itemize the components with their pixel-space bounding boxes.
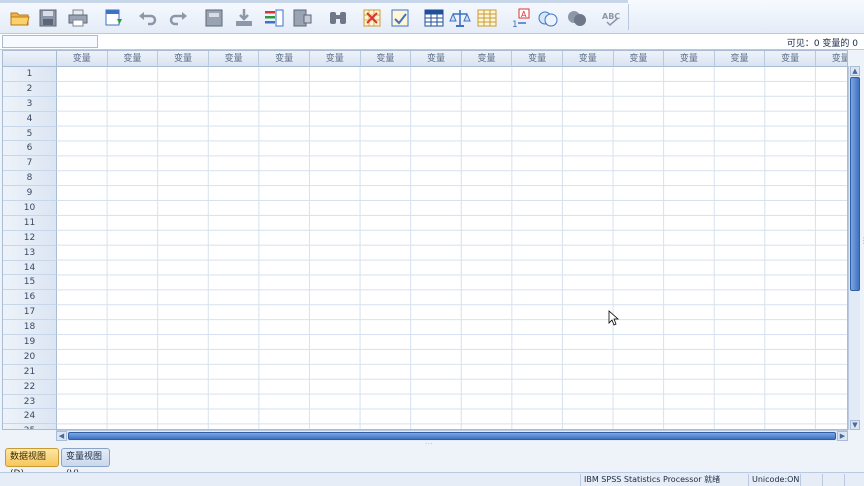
row-header[interactable]: 10 (3, 201, 57, 216)
status-bar: IBM SPSS Statistics Processor 就绪 Unicode… (0, 472, 864, 486)
split-file-icon[interactable] (422, 6, 446, 30)
row-header[interactable]: 7 (3, 156, 57, 172)
svg-text:1: 1 (512, 20, 518, 29)
run-descriptives-icon[interactable] (290, 6, 314, 30)
column-header[interactable]: 变量 (360, 51, 412, 67)
row-header[interactable]: 17 (3, 305, 57, 321)
value-labels-icon[interactable]: A1 (509, 6, 533, 30)
svg-text:ABC: ABC (602, 12, 620, 21)
insert-cases-icon[interactable] (360, 6, 384, 30)
row-header[interactable]: 4 (3, 111, 57, 127)
row-header[interactable]: 8 (3, 171, 57, 187)
goto-variable-icon[interactable] (232, 6, 256, 30)
vertical-scroll-thumb[interactable] (850, 77, 860, 291)
column-header[interactable]: 变量 (461, 51, 513, 67)
data-grid: 变量 变量 变量 变量 变量 变量 变量 变量 变量 变量 变量 变量 变量 变量 变量 变量 1234567… (2, 50, 848, 430)
undo-icon[interactable] (136, 6, 160, 30)
toolbar: A1 ABC (0, 0, 864, 34)
column-header[interactable]: 变量 (613, 51, 665, 67)
row-header[interactable]: 13 (3, 245, 57, 261)
scroll-up-icon[interactable]: ▲ (850, 66, 860, 76)
row-header[interactable]: 21 (3, 364, 57, 380)
status-message (0, 474, 580, 486)
save-icon[interactable] (36, 6, 60, 30)
horizontal-scrollbar[interactable]: ◀ ▶ (56, 430, 848, 441)
menu-strip (0, 0, 628, 3)
visible-variables-count: 可见：0 变量的 0 (786, 39, 858, 49)
spss-data-editor: A1 ABC 可见：0 变量的 0 变量 变量 变量 变量 变量 变量 变量 变量 变量 变量 变量… (0, 0, 864, 486)
tab-data-view[interactable]: 数据视图(D) (5, 448, 59, 479)
row-headers: 1234567891011121314151617181920212223242… (3, 67, 57, 429)
status-slot-1 (800, 474, 822, 486)
scroll-down-icon[interactable]: ▼ (850, 420, 860, 430)
column-header[interactable]: 变量 (714, 51, 766, 67)
select-cases-icon[interactable] (475, 6, 499, 30)
row-header[interactable]: 12 (3, 230, 57, 246)
grid-cells[interactable] (57, 67, 847, 429)
scroll-left-icon[interactable]: ◀ (56, 431, 67, 441)
status-processor: IBM SPSS Statistics Processor 就绪 (580, 474, 748, 486)
cell-value-field[interactable] (100, 35, 760, 48)
status-slot-2 (822, 474, 844, 486)
row-header[interactable]: 1 (3, 67, 57, 82)
cell-reference-field[interactable] (2, 35, 98, 48)
column-header[interactable]: 变量 (664, 51, 715, 67)
column-header[interactable]: 变量 (107, 51, 159, 67)
scroll-right-icon[interactable]: ▶ (837, 431, 848, 441)
row-header[interactable]: 11 (3, 215, 57, 231)
column-header[interactable]: 变量 (411, 51, 462, 67)
redo-icon[interactable] (166, 6, 190, 30)
row-header[interactable]: 6 (3, 141, 57, 157)
column-header[interactable]: 变量 (562, 51, 614, 67)
svg-text:A: A (521, 10, 527, 19)
print-icon[interactable] (66, 6, 90, 30)
row-header[interactable]: 3 (3, 96, 57, 112)
row-header[interactable]: 18 (3, 320, 57, 336)
insert-variable-icon[interactable] (388, 6, 412, 30)
cell-editor-bar: 可见：0 变量的 0 (0, 34, 864, 50)
row-header[interactable]: 2 (3, 81, 57, 97)
find-icon[interactable] (326, 6, 350, 30)
column-header[interactable]: 变量 (765, 51, 816, 67)
use-variable-sets-icon[interactable] (536, 6, 560, 30)
spell-check-icon[interactable]: ABC (600, 6, 624, 30)
show-all-variables-icon[interactable] (565, 6, 589, 30)
column-header[interactable]: 变量 (208, 51, 260, 67)
grid-corner[interactable] (3, 51, 57, 67)
row-header[interactable]: 5 (3, 126, 57, 142)
column-header[interactable]: 变量 (815, 51, 847, 67)
tab-variable-view[interactable]: 变量视图(V) (61, 448, 110, 479)
row-header[interactable]: 14 (3, 260, 57, 276)
weight-cases-icon[interactable] (448, 6, 472, 30)
column-header[interactable]: 变量 (158, 51, 209, 67)
column-header[interactable]: 变量 (309, 51, 361, 67)
row-header[interactable]: 16 (3, 290, 57, 306)
mouse-pointer-icon (608, 310, 620, 326)
row-header[interactable]: 20 (3, 349, 57, 365)
toolbar-separator (628, 4, 629, 30)
column-headers: 变量 变量 变量 变量 变量 变量 变量 变量 变量 变量 变量 变量 变量 变量 变量 变量 (57, 51, 847, 67)
column-header[interactable]: 变量 (57, 51, 108, 67)
open-folder-icon[interactable] (8, 6, 32, 30)
variables-icon[interactable] (262, 6, 286, 30)
dialog-recall-icon[interactable] (102, 6, 126, 30)
column-header[interactable]: 变量 (512, 51, 563, 67)
row-header[interactable]: 19 (3, 335, 57, 350)
goto-case-icon[interactable] (202, 6, 226, 30)
row-header[interactable]: 23 (3, 394, 57, 410)
row-header[interactable]: 22 (3, 379, 57, 395)
status-slot-3 (844, 474, 864, 486)
horizontal-scroll-thumb[interactable] (68, 432, 836, 440)
row-header[interactable]: 9 (3, 186, 57, 202)
column-header[interactable]: 变量 (259, 51, 310, 67)
row-header[interactable]: 15 (3, 275, 57, 291)
vertical-split-handle[interactable]: ⋮ (860, 236, 864, 250)
status-unicode: Unicode:ON (748, 474, 800, 486)
vertical-scrollbar[interactable]: ▲ ▼ (848, 66, 860, 430)
view-tabs: 数据视图(D) 变量视图(V) (0, 444, 864, 479)
row-header[interactable]: 24 (3, 409, 57, 425)
row-header[interactable]: 25 (3, 424, 57, 429)
